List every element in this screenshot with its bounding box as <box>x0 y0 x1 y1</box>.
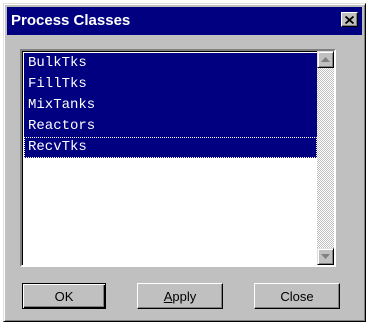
title-bar[interactable]: Process Classes <box>7 7 362 35</box>
close-button[interactable]: Close <box>254 283 340 309</box>
vertical-scrollbar[interactable] <box>317 51 334 265</box>
apply-accelerator: A <box>163 288 173 304</box>
close-window-button[interactable] <box>341 12 358 27</box>
arrow-up-icon <box>321 57 330 62</box>
list-item-recvtks[interactable]: RecvTks <box>24 137 317 158</box>
list-items-area: BulkTks FillTks MixTanks Reactors RecvTk… <box>24 53 317 263</box>
ok-button[interactable]: OK <box>22 283 106 309</box>
list-item-bulktks[interactable]: BulkTks <box>24 53 317 74</box>
scroll-down-button[interactable] <box>317 248 334 265</box>
list-item-mixtanks[interactable]: MixTanks <box>24 95 317 116</box>
apply-label-rest: pply <box>172 288 197 304</box>
list-item-reactors[interactable]: Reactors <box>24 116 317 137</box>
apply-button[interactable]: Apply <box>137 283 223 309</box>
scroll-up-button[interactable] <box>317 51 334 68</box>
close-icon <box>345 15 354 24</box>
arrow-down-icon <box>321 254 330 259</box>
window-title: Process Classes <box>11 12 131 29</box>
process-classes-listbox[interactable]: BulkTks FillTks MixTanks Reactors RecvTk… <box>20 49 336 267</box>
list-item-filltks[interactable]: FillTks <box>24 74 317 95</box>
